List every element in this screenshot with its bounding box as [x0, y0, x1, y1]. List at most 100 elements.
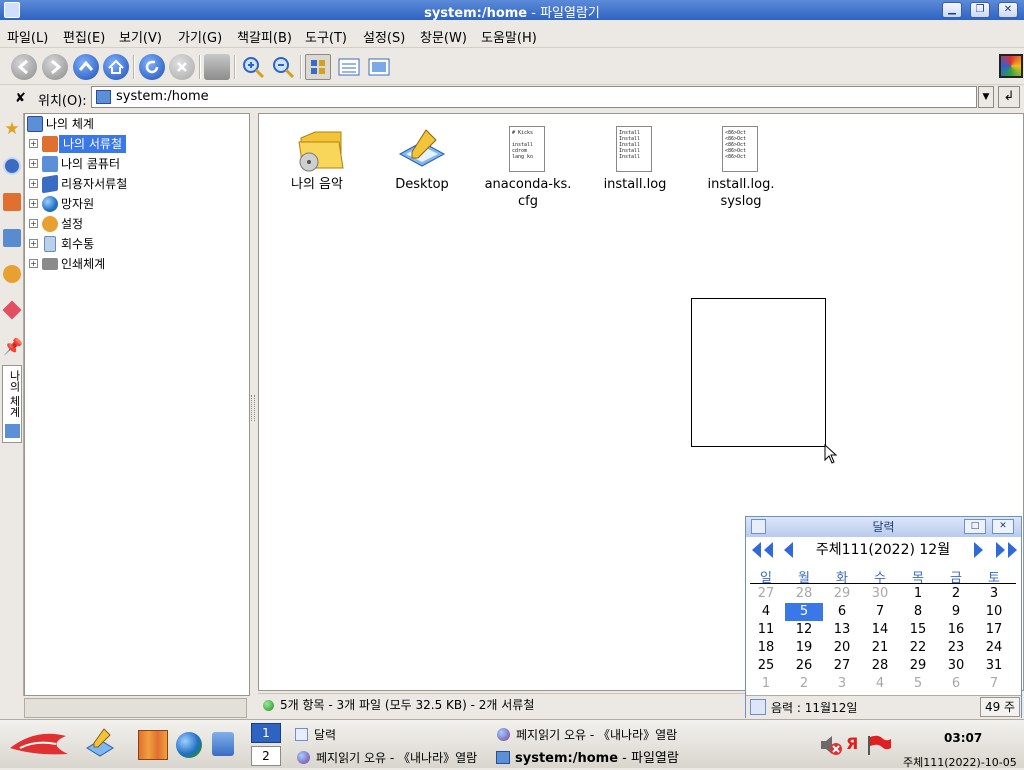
calendar-month-label[interactable]: 주체111(2022) 12월: [808, 539, 958, 561]
calendar-day[interactable]: 29: [823, 585, 861, 603]
forward-icon[interactable]: [42, 54, 68, 80]
location-input[interactable]: system:/home: [91, 86, 977, 108]
expand-icon[interactable]: +: [29, 239, 38, 248]
home-icon[interactable]: [103, 54, 129, 80]
home-tab-icon[interactable]: [3, 193, 21, 211]
expand-icon[interactable]: +: [29, 159, 38, 168]
task-page-error-2[interactable]: 페지읽기 오유 - 《내나라》열람: [297, 749, 489, 766]
task-file-manager[interactable]: system:/home - 파일열람: [496, 747, 690, 766]
calendar-day[interactable]: 30: [937, 657, 975, 675]
network-tab-icon[interactable]: [3, 229, 21, 247]
calendar-day[interactable]: 21: [861, 639, 899, 657]
zoom-out-icon[interactable]: [270, 54, 296, 80]
close-button[interactable]: ✕: [998, 2, 1018, 18]
next-month-icon[interactable]: [971, 539, 987, 561]
calendar-day[interactable]: 1: [899, 585, 937, 603]
flag-icon[interactable]: [866, 734, 892, 756]
window-titlebar[interactable]: system:/home - 파일열람기 ▁ ❐ ✕: [0, 0, 1024, 21]
calendar-day[interactable]: 6: [937, 675, 975, 693]
calendar-day[interactable]: 26: [785, 657, 823, 675]
calendar-day[interactable]: 31: [975, 657, 1013, 675]
calendar-day[interactable]: 7: [975, 675, 1013, 693]
calendar-day[interactable]: 18: [747, 639, 785, 657]
menu-bookmarks[interactable]: 책갈피(B): [237, 27, 292, 46]
clock[interactable]: 03:07: [944, 731, 982, 745]
calendar-day[interactable]: 3: [823, 675, 861, 693]
calendar-day[interactable]: 5: [785, 603, 823, 621]
prev-year-icon[interactable]: [749, 539, 775, 561]
expand-icon[interactable]: +: [29, 139, 38, 148]
calendar-day[interactable]: 13: [823, 621, 861, 639]
calendar-day[interactable]: 5: [899, 675, 937, 693]
services-tab-icon[interactable]: [3, 265, 21, 283]
week-number[interactable]: 49 주: [980, 697, 1020, 717]
calendar-day[interactable]: 4: [747, 603, 785, 621]
menu-edit[interactable]: 편집(E): [63, 27, 105, 46]
expand-icon[interactable]: +: [29, 219, 38, 228]
calendar-day[interactable]: 19: [785, 639, 823, 657]
calendar-day[interactable]: 7: [861, 603, 899, 621]
calendar-day[interactable]: 4: [861, 675, 899, 693]
menu-help[interactable]: 도움말(H): [481, 27, 537, 46]
calendar-day[interactable]: 11: [747, 621, 785, 639]
expand-icon[interactable]: +: [29, 179, 38, 188]
desktop-pager-2[interactable]: 2: [251, 746, 281, 766]
desktop-pager-1[interactable]: 1: [251, 723, 281, 743]
start-menu-icon[interactable]: [6, 726, 70, 764]
calendar-day[interactable]: 27: [747, 585, 785, 603]
keyboard-layout-indicator[interactable]: Я: [846, 734, 858, 753]
volume-muted-icon[interactable]: [819, 734, 843, 756]
prev-month-icon[interactable]: [780, 539, 796, 561]
tree-item-documents[interactable]: + 나의 서류철: [27, 135, 247, 153]
calendar-day[interactable]: 2: [937, 585, 975, 603]
menu-tools[interactable]: 도구(T): [305, 27, 347, 46]
go-button[interactable]: ↲: [998, 86, 1020, 108]
calendar-day[interactable]: 28: [861, 657, 899, 675]
menu-file[interactable]: 파일(L): [7, 27, 48, 46]
menu-go[interactable]: 가기(G): [178, 27, 222, 46]
up-icon[interactable]: [73, 54, 99, 80]
minimize-button[interactable]: ▁: [942, 2, 962, 18]
calendar-day[interactable]: 29: [899, 657, 937, 675]
calendar-maximize-button[interactable]: □: [964, 519, 986, 534]
sidebar-tab-my-system[interactable]: 나의 체계: [2, 365, 22, 443]
bookmarks-tab-icon[interactable]: ★: [2, 119, 22, 139]
menu-settings[interactable]: 설정(S): [363, 27, 405, 46]
calendar-day[interactable]: 23: [937, 639, 975, 657]
location-dropdown-button[interactable]: ▼: [978, 86, 994, 108]
calendar-today-icon[interactable]: [750, 699, 766, 715]
calendar-day[interactable]: 24: [975, 639, 1013, 657]
pin-tab-icon[interactable]: 📌: [3, 337, 23, 356]
calendar-day[interactable]: 6: [823, 603, 861, 621]
task-page-error-1[interactable]: 페지읽기 오유 - 《내나라》열람: [497, 726, 689, 743]
clear-location-icon[interactable]: ✘: [15, 91, 26, 106]
calendar-day[interactable]: 10: [975, 603, 1013, 621]
next-year-icon[interactable]: [994, 539, 1020, 561]
calendar-day[interactable]: 12: [785, 621, 823, 639]
back-icon[interactable]: [11, 54, 37, 80]
calendar-day[interactable]: 3: [975, 585, 1013, 603]
calendar-day[interactable]: 27: [823, 657, 861, 675]
calendar-day[interactable]: 15: [899, 621, 937, 639]
calendar-day[interactable]: 20: [823, 639, 861, 657]
splitter-handle[interactable]: [251, 395, 255, 421]
stop-icon[interactable]: [169, 54, 195, 80]
icon-view-icon[interactable]: [305, 54, 331, 80]
maximize-button[interactable]: ❐: [970, 2, 990, 18]
media-tab-icon[interactable]: [2, 300, 22, 320]
calendar-day[interactable]: 8: [899, 603, 937, 621]
calendar-window[interactable]: 달력 □ ✕ 주체111(2022) 12월 일월화수목금토 27 28 29 30 1…: [745, 516, 1022, 718]
calendar-day[interactable]: 30: [861, 585, 899, 603]
calendar-day[interactable]: 17: [975, 621, 1013, 639]
print-icon[interactable]: [204, 54, 230, 80]
menu-view[interactable]: 보기(V): [119, 27, 162, 46]
history-tab-icon[interactable]: [3, 157, 21, 175]
menu-window[interactable]: 창문(W): [420, 27, 467, 46]
calendar-day[interactable]: 14: [861, 621, 899, 639]
editor-launcher-icon[interactable]: [84, 726, 116, 760]
calendar-day[interactable]: 2: [785, 675, 823, 693]
expand-icon[interactable]: +: [29, 259, 38, 268]
calendar-day[interactable]: 16: [937, 621, 975, 639]
calendar-day[interactable]: 25: [747, 657, 785, 675]
documents-launcher-icon[interactable]: [138, 730, 168, 760]
